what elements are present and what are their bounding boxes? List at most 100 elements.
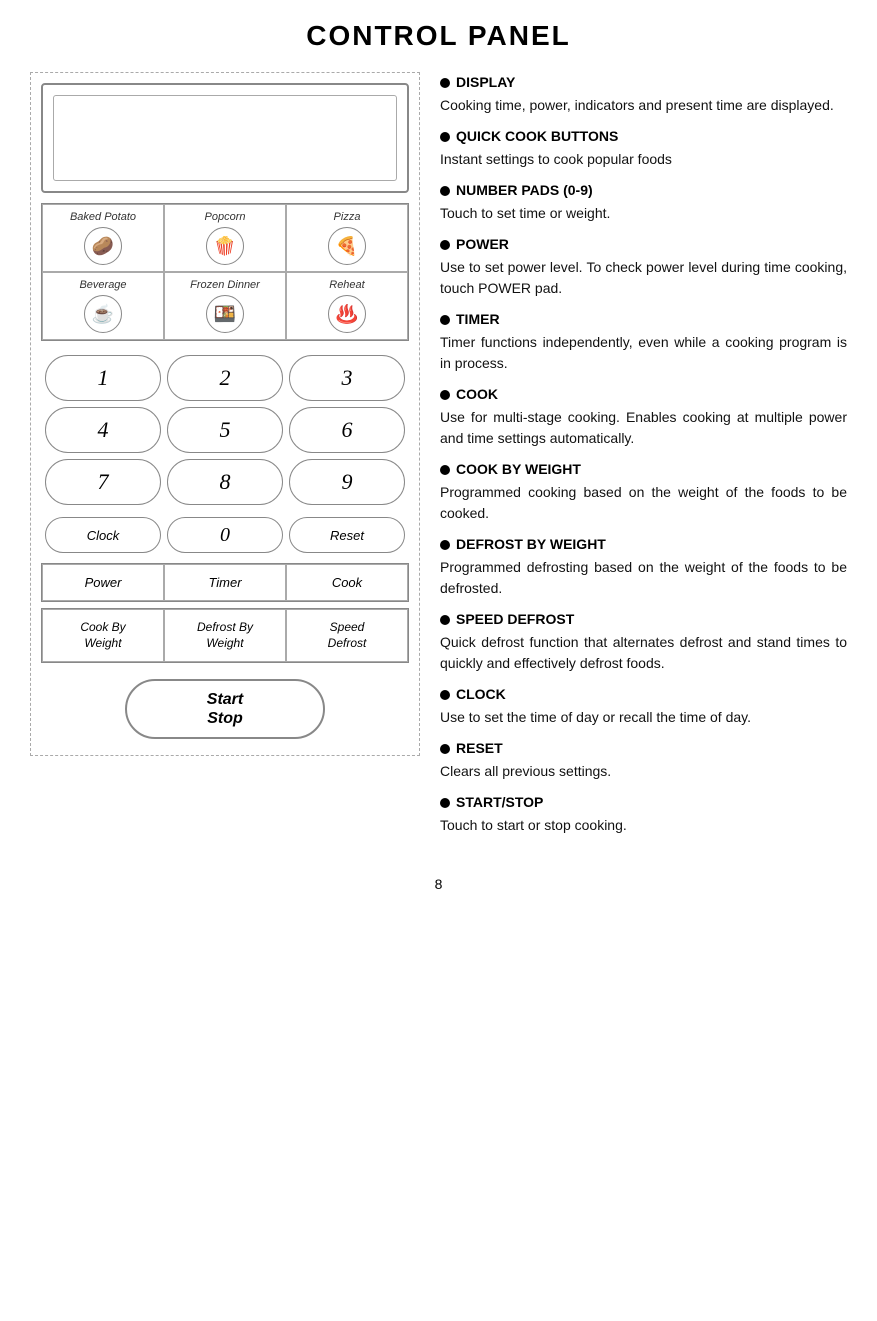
num-btn-6[interactable]: 6 (289, 407, 405, 453)
qc-btn-baked-potato[interactable]: Baked Potato 🥔 (42, 204, 164, 272)
bullet-9 (440, 690, 450, 700)
info-heading-2: NUMBER PADS (0-9) (440, 180, 847, 201)
info-heading-text-0: DISPLAY (456, 72, 515, 93)
bottom-row: Clock 0 Reset (41, 517, 409, 553)
info-item-11: START/STOP Touch to start or stop cookin… (440, 792, 847, 836)
info-item-0: DISPLAY Cooking time, power, indicators … (440, 72, 847, 116)
qc-btn-popcorn[interactable]: Popcorn 🍿 (164, 204, 286, 272)
info-heading-11: START/STOP (440, 792, 847, 813)
info-item-9: CLOCK Use to set the time of day or reca… (440, 684, 847, 728)
bullet-1 (440, 132, 450, 142)
bullet-4 (440, 315, 450, 325)
bullet-11 (440, 798, 450, 808)
qc-icon-baked-potato: 🥔 (84, 227, 122, 265)
info-heading-text-8: SPEED DEFROST (456, 609, 574, 630)
info-item-7: DEFROST BY WEIGHT Programmed defrosting … (440, 534, 847, 599)
info-heading-4: TIMER (440, 309, 847, 330)
num-btn-0[interactable]: 0 (167, 517, 283, 553)
info-text-1: Instant settings to cook popular foods (440, 149, 847, 170)
info-item-5: COOK Use for multi-stage cooking. Enable… (440, 384, 847, 449)
info-heading-text-1: QUICK COOK BUTTONS (456, 126, 618, 147)
num-btn-5[interactable]: 5 (167, 407, 283, 453)
numpad: 1 2 3 4 5 6 7 8 9 (41, 351, 409, 509)
defrost-by-weight-button[interactable]: Defrost ByWeight (164, 609, 286, 662)
reset-button[interactable]: Reset (289, 517, 405, 553)
func-grid-1: Power Timer Cook (41, 563, 409, 602)
info-item-3: POWER Use to set power level. To check p… (440, 234, 847, 299)
num-btn-9[interactable]: 9 (289, 459, 405, 505)
speed-defrost-button[interactable]: SpeedDefrost (286, 609, 408, 662)
bullet-0 (440, 78, 450, 88)
info-heading-text-7: DEFROST BY WEIGHT (456, 534, 606, 555)
info-text-6: Programmed cooking based on the weight o… (440, 482, 847, 524)
control-panel-illustration: Baked Potato 🥔 Popcorn 🍿 Pizza 🍕 Beverag… (30, 72, 420, 756)
info-heading-0: DISPLAY (440, 72, 847, 93)
qc-btn-pizza[interactable]: Pizza 🍕 (286, 204, 408, 272)
qc-icon-reheat: ♨️ (328, 295, 366, 333)
info-heading-5: COOK (440, 384, 847, 405)
info-text-7: Programmed defrosting based on the weigh… (440, 557, 847, 599)
info-panel: DISPLAY Cooking time, power, indicators … (440, 72, 847, 846)
info-heading-text-11: START/STOP (456, 792, 543, 813)
info-text-0: Cooking time, power, indicators and pres… (440, 95, 847, 116)
info-item-6: COOK BY WEIGHT Programmed cooking based … (440, 459, 847, 524)
info-item-10: RESET Clears all previous settings. (440, 738, 847, 782)
info-text-2: Touch to set time or weight. (440, 203, 847, 224)
info-heading-1: QUICK COOK BUTTONS (440, 126, 847, 147)
qc-icon-frozen-dinner: 🍱 (206, 295, 244, 333)
info-text-9: Use to set the time of day or recall the… (440, 707, 847, 728)
qc-label-beverage: Beverage (79, 279, 126, 291)
info-heading-3: POWER (440, 234, 847, 255)
info-heading-8: SPEED DEFROST (440, 609, 847, 630)
qc-icon-pizza: 🍕 (328, 227, 366, 265)
bullet-3 (440, 240, 450, 250)
func-grid-2: Cook ByWeight Defrost ByWeight SpeedDefr… (41, 608, 409, 663)
info-item-4: TIMER Timer functions independently, eve… (440, 309, 847, 374)
info-heading-text-3: POWER (456, 234, 509, 255)
info-text-5: Use for multi-stage cooking. Enables coo… (440, 407, 847, 449)
num-btn-8[interactable]: 8 (167, 459, 283, 505)
num-btn-3[interactable]: 3 (289, 355, 405, 401)
quick-cook-grid: Baked Potato 🥔 Popcorn 🍿 Pizza 🍕 Beverag… (41, 203, 409, 341)
cook-by-weight-button[interactable]: Cook ByWeight (42, 609, 164, 662)
qc-icon-popcorn: 🍿 (206, 227, 244, 265)
qc-btn-beverage[interactable]: Beverage ☕ (42, 272, 164, 340)
bullet-6 (440, 465, 450, 475)
clock-button[interactable]: Clock (45, 517, 161, 553)
qc-btn-frozen-dinner[interactable]: Frozen Dinner 🍱 (164, 272, 286, 340)
timer-button[interactable]: Timer (164, 564, 286, 601)
info-text-10: Clears all previous settings. (440, 761, 847, 782)
power-button[interactable]: Power (42, 564, 164, 601)
info-item-8: SPEED DEFROST Quick defrost function tha… (440, 609, 847, 674)
qc-btn-reheat[interactable]: Reheat ♨️ (286, 272, 408, 340)
num-btn-4[interactable]: 4 (45, 407, 161, 453)
info-item-2: NUMBER PADS (0-9) Touch to set time or w… (440, 180, 847, 224)
info-heading-text-9: CLOCK (456, 684, 506, 705)
qc-label-popcorn: Popcorn (205, 211, 246, 223)
info-heading-7: DEFROST BY WEIGHT (440, 534, 847, 555)
info-heading-text-6: COOK BY WEIGHT (456, 459, 581, 480)
page-number: 8 (30, 876, 847, 892)
start-stop-wrap: StartStop (41, 673, 409, 745)
num-btn-2[interactable]: 2 (167, 355, 283, 401)
info-heading-6: COOK BY WEIGHT (440, 459, 847, 480)
info-heading-text-2: NUMBER PADS (0-9) (456, 180, 593, 201)
info-text-3: Use to set power level. To check power l… (440, 257, 847, 299)
bullet-10 (440, 744, 450, 754)
info-heading-text-5: COOK (456, 384, 498, 405)
page-title: CONTROL PANEL (30, 20, 847, 52)
info-heading-10: RESET (440, 738, 847, 759)
start-stop-button[interactable]: StartStop (125, 679, 325, 739)
bullet-7 (440, 540, 450, 550)
qc-label-frozen-dinner: Frozen Dinner (190, 279, 260, 291)
qc-icon-beverage: ☕ (84, 295, 122, 333)
info-heading-text-4: TIMER (456, 309, 500, 330)
cook-button[interactable]: Cook (286, 564, 408, 601)
info-text-4: Timer functions independently, even whil… (440, 332, 847, 374)
num-btn-7[interactable]: 7 (45, 459, 161, 505)
info-text-11: Touch to start or stop cooking. (440, 815, 847, 836)
info-text-8: Quick defrost function that alternates d… (440, 632, 847, 674)
bullet-8 (440, 615, 450, 625)
num-btn-1[interactable]: 1 (45, 355, 161, 401)
qc-label-baked-potato: Baked Potato (70, 211, 136, 223)
